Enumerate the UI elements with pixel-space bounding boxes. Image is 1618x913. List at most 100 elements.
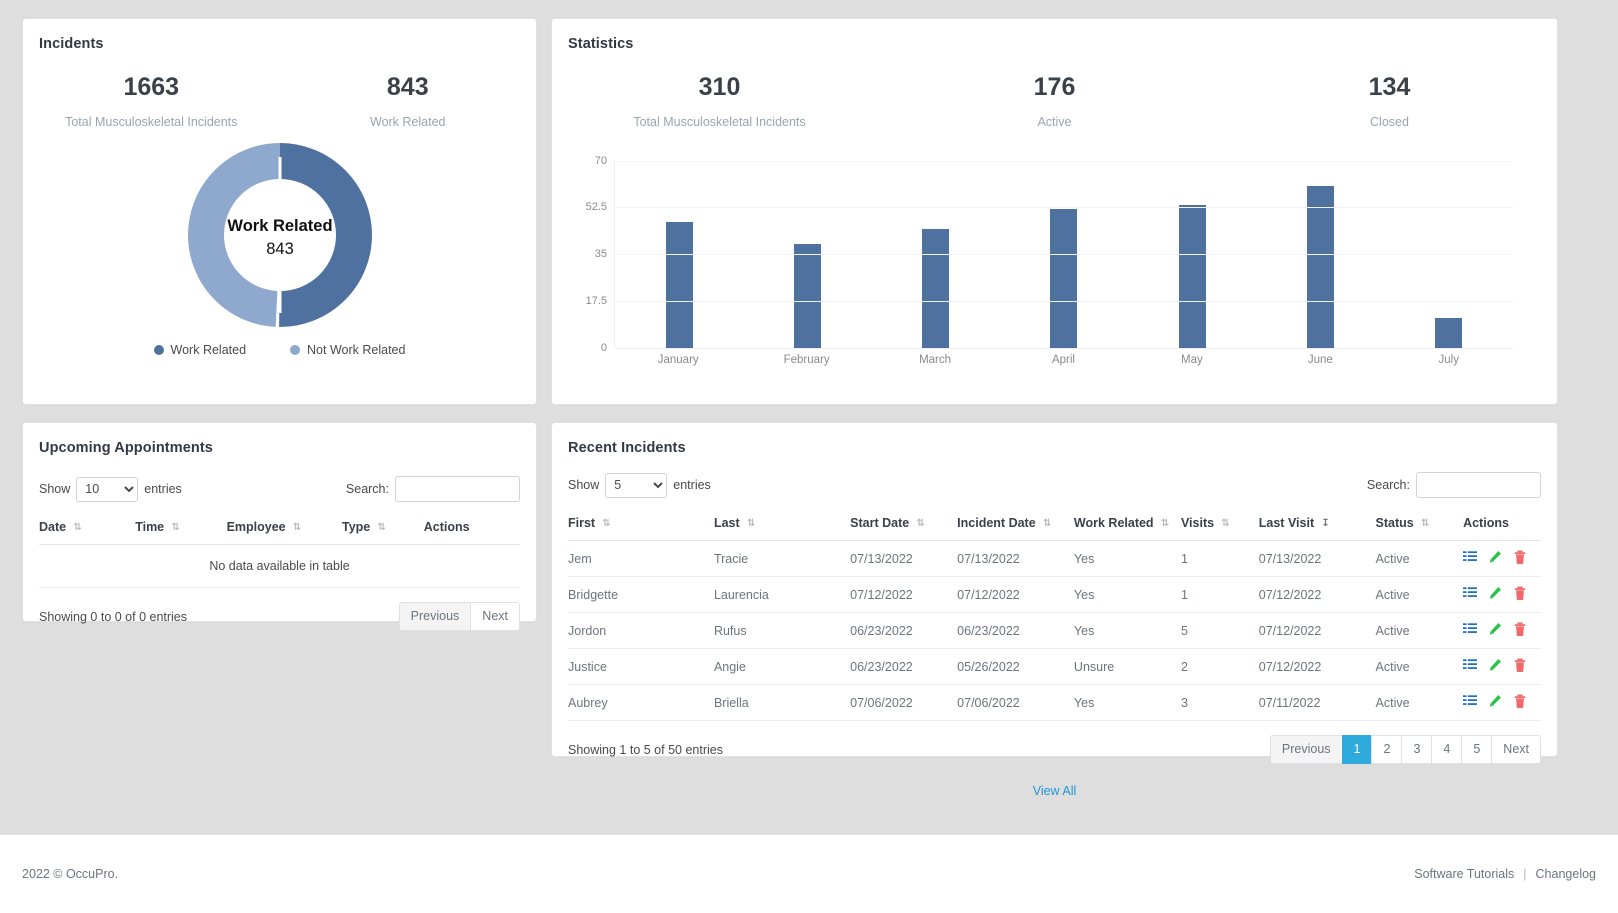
table-row[interactable]: Justice Angie 06/23/2022 05/26/2022 Unsure 2 0… — [568, 648, 1541, 685]
cell-last: Angie — [713, 648, 851, 685]
show-label: Show — [39, 482, 71, 496]
view-all-link[interactable]: View All — [1033, 784, 1077, 798]
recent-table-wrap: First ⇅ Last ⇅ Start Date ⇅ Incident Date ⇅ Work… — [552, 506, 1557, 721]
details-list-icon[interactable] — [1463, 622, 1478, 636]
chart-bar[interactable] — [1178, 204, 1206, 348]
appointments-table-footer: Showing 0 to 0 of 0 entries Previous Nex… — [23, 588, 536, 631]
cell-status: Active — [1375, 648, 1464, 685]
chart-gridline — [615, 254, 1513, 255]
cell-visits: 3 — [1180, 684, 1259, 721]
recent-page-button-5[interactable]: 5 — [1461, 735, 1493, 764]
statistics-bar-chart: 0 17.5 35 52.5 70 January February March April M… — [568, 151, 1541, 366]
appointments-length-control: Show 102550100 entries — [39, 476, 182, 502]
appointments-search-input[interactable] — [395, 476, 520, 502]
donut-chart-wrap: Work Related 843 — [23, 139, 536, 331]
recent-column-actions[interactable]: Actions — [1463, 506, 1541, 541]
delete-trash-icon[interactable] — [1513, 694, 1527, 708]
chart-bar[interactable] — [665, 221, 693, 348]
recent-page-button-3[interactable]: 3 — [1401, 735, 1433, 764]
delete-trash-icon[interactable] — [1513, 658, 1527, 672]
cell-start-date: 06/23/2022 — [850, 612, 958, 649]
chart-x-tick-label: May — [1181, 353, 1203, 366]
sort-both-icon: ⇅ — [73, 522, 82, 534]
table-row[interactable]: Bridgette Laurencia 07/12/2022 07/12/2022 Ye… — [568, 576, 1541, 613]
recent-previous-button[interactable]: Previous — [1269, 735, 1343, 764]
appointments-previous-button[interactable]: Previous — [398, 602, 472, 631]
cell-visits: 1 — [1180, 540, 1259, 577]
recent-page-button-2[interactable]: 2 — [1371, 735, 1403, 764]
appointments-empty-row: No data available in table — [39, 544, 520, 588]
incidents-stat-row: 1663 Total Musculoskeletal Incidents 843… — [23, 52, 536, 128]
cell-work-related: Yes — [1073, 576, 1181, 613]
recent-page-length-select[interactable]: 5102550 — [605, 472, 668, 498]
appointments-column-actions[interactable]: Actions — [423, 510, 520, 545]
recent-column-incident-date[interactable]: Incident Date ⇅ — [957, 506, 1074, 541]
cell-first: Aubrey — [568, 684, 714, 721]
appointments-page-length-select[interactable]: 102550100 — [76, 476, 139, 502]
appointments-column-type[interactable]: Type ⇅ — [342, 510, 424, 545]
chart-bar[interactable] — [1435, 318, 1463, 348]
recent-column-status[interactable]: Status ⇅ — [1375, 506, 1464, 541]
chart-bar[interactable] — [922, 228, 950, 348]
appointments-column-date[interactable]: Date ⇅ — [39, 510, 136, 545]
chart-gridline — [615, 300, 1513, 302]
table-row[interactable]: Aubrey Briella 07/06/2022 07/06/2022 Yes 3 07/… — [568, 684, 1541, 721]
edit-pencil-icon[interactable] — [1488, 658, 1502, 672]
recent-next-button[interactable]: Next — [1491, 735, 1541, 764]
edit-pencil-icon[interactable] — [1488, 550, 1502, 564]
legend-item-work-related[interactable]: Work Related — [153, 343, 246, 357]
delete-trash-icon[interactable] — [1513, 550, 1527, 564]
details-list-icon[interactable] — [1463, 694, 1478, 708]
recent-column-work-related[interactable]: Work Related ⇅ — [1073, 506, 1181, 541]
chart-gridline — [615, 207, 1513, 209]
stat-value: 1663 — [123, 73, 180, 101]
edit-pencil-icon[interactable] — [1488, 586, 1502, 600]
stat-value: 134 — [1368, 73, 1411, 101]
footer-link-software-tutorials[interactable]: Software Tutorials — [1414, 867, 1514, 881]
appointments-next-button[interactable]: Next — [470, 602, 520, 631]
chart-y-tick-label: 70 — [594, 154, 607, 167]
legend-item-not-work-related[interactable]: Not Work Related — [290, 343, 405, 357]
show-label: Show — [568, 478, 600, 492]
chart-bar[interactable] — [1050, 208, 1078, 348]
chart-bar[interactable] — [793, 244, 821, 348]
recent-page-button-1[interactable]: 1 — [1341, 735, 1373, 764]
recent-column-last-visit[interactable]: Last Visit ↧ — [1258, 506, 1376, 541]
footer-link-changelog[interactable]: Changelog — [1536, 867, 1596, 881]
recent-column-visits[interactable]: Visits ⇅ — [1180, 506, 1259, 541]
delete-trash-icon[interactable] — [1513, 622, 1527, 636]
donut-chart: Work Related 843 — [187, 142, 372, 327]
footer-links: Software Tutorials | Changelog — [1414, 867, 1596, 881]
details-list-icon[interactable] — [1463, 586, 1478, 600]
search-label: Search: — [1366, 478, 1410, 492]
recent-column-first[interactable]: First ⇅ — [568, 506, 714, 541]
legend-dot-icon — [153, 344, 164, 355]
edit-pencil-icon[interactable] — [1488, 622, 1502, 636]
appointments-table: Date ⇅ Time ⇅ Employee ⇅ Type ⇅ Actions No data … — [39, 510, 520, 588]
footer-separator: | — [1523, 867, 1527, 881]
recent-search-input[interactable] — [1416, 472, 1541, 498]
cell-start-date: 07/12/2022 — [850, 576, 958, 613]
edit-pencil-icon[interactable] — [1488, 694, 1502, 708]
sort-both-icon: ⇅ — [292, 522, 302, 534]
view-all-wrap: View All — [552, 782, 1557, 800]
delete-trash-icon[interactable] — [1513, 586, 1527, 600]
table-row[interactable]: Jordon Rufus 06/23/2022 06/23/2022 Yes 5 07/12… — [568, 612, 1541, 649]
column-label: First — [568, 516, 596, 530]
recent-column-start-date[interactable]: Start Date ⇅ — [850, 506, 958, 541]
column-label: Incident Date — [957, 516, 1036, 530]
details-list-icon[interactable] — [1463, 550, 1478, 564]
incidents-card: Incidents 1663 Total Musculoskeletal Inc… — [22, 18, 537, 405]
details-list-icon[interactable] — [1463, 658, 1478, 672]
appointments-column-employee[interactable]: Employee ⇅ — [226, 510, 342, 545]
recent-info: Showing 1 to 5 of 50 entries — [568, 742, 723, 757]
table-row[interactable]: Jem Tracie 07/13/2022 07/13/2022 Yes 1 07/13/2… — [568, 540, 1541, 577]
legend-label: Not Work Related — [307, 342, 406, 357]
recent-table-body: Jem Tracie 07/13/2022 07/13/2022 Yes 1 07/13/2… — [568, 540, 1541, 721]
recent-column-last[interactable]: Last ⇅ — [713, 506, 851, 541]
stat-total-incidents: 310 Total Musculoskeletal Incidents — [552, 73, 887, 128]
appointments-column-time[interactable]: Time ⇅ — [135, 510, 227, 545]
chart-bar[interactable] — [1307, 185, 1335, 348]
appointments-table-header-row: Date ⇅ Time ⇅ Employee ⇅ Type ⇅ Actions — [39, 510, 520, 545]
recent-page-button-4[interactable]: 4 — [1431, 735, 1463, 764]
